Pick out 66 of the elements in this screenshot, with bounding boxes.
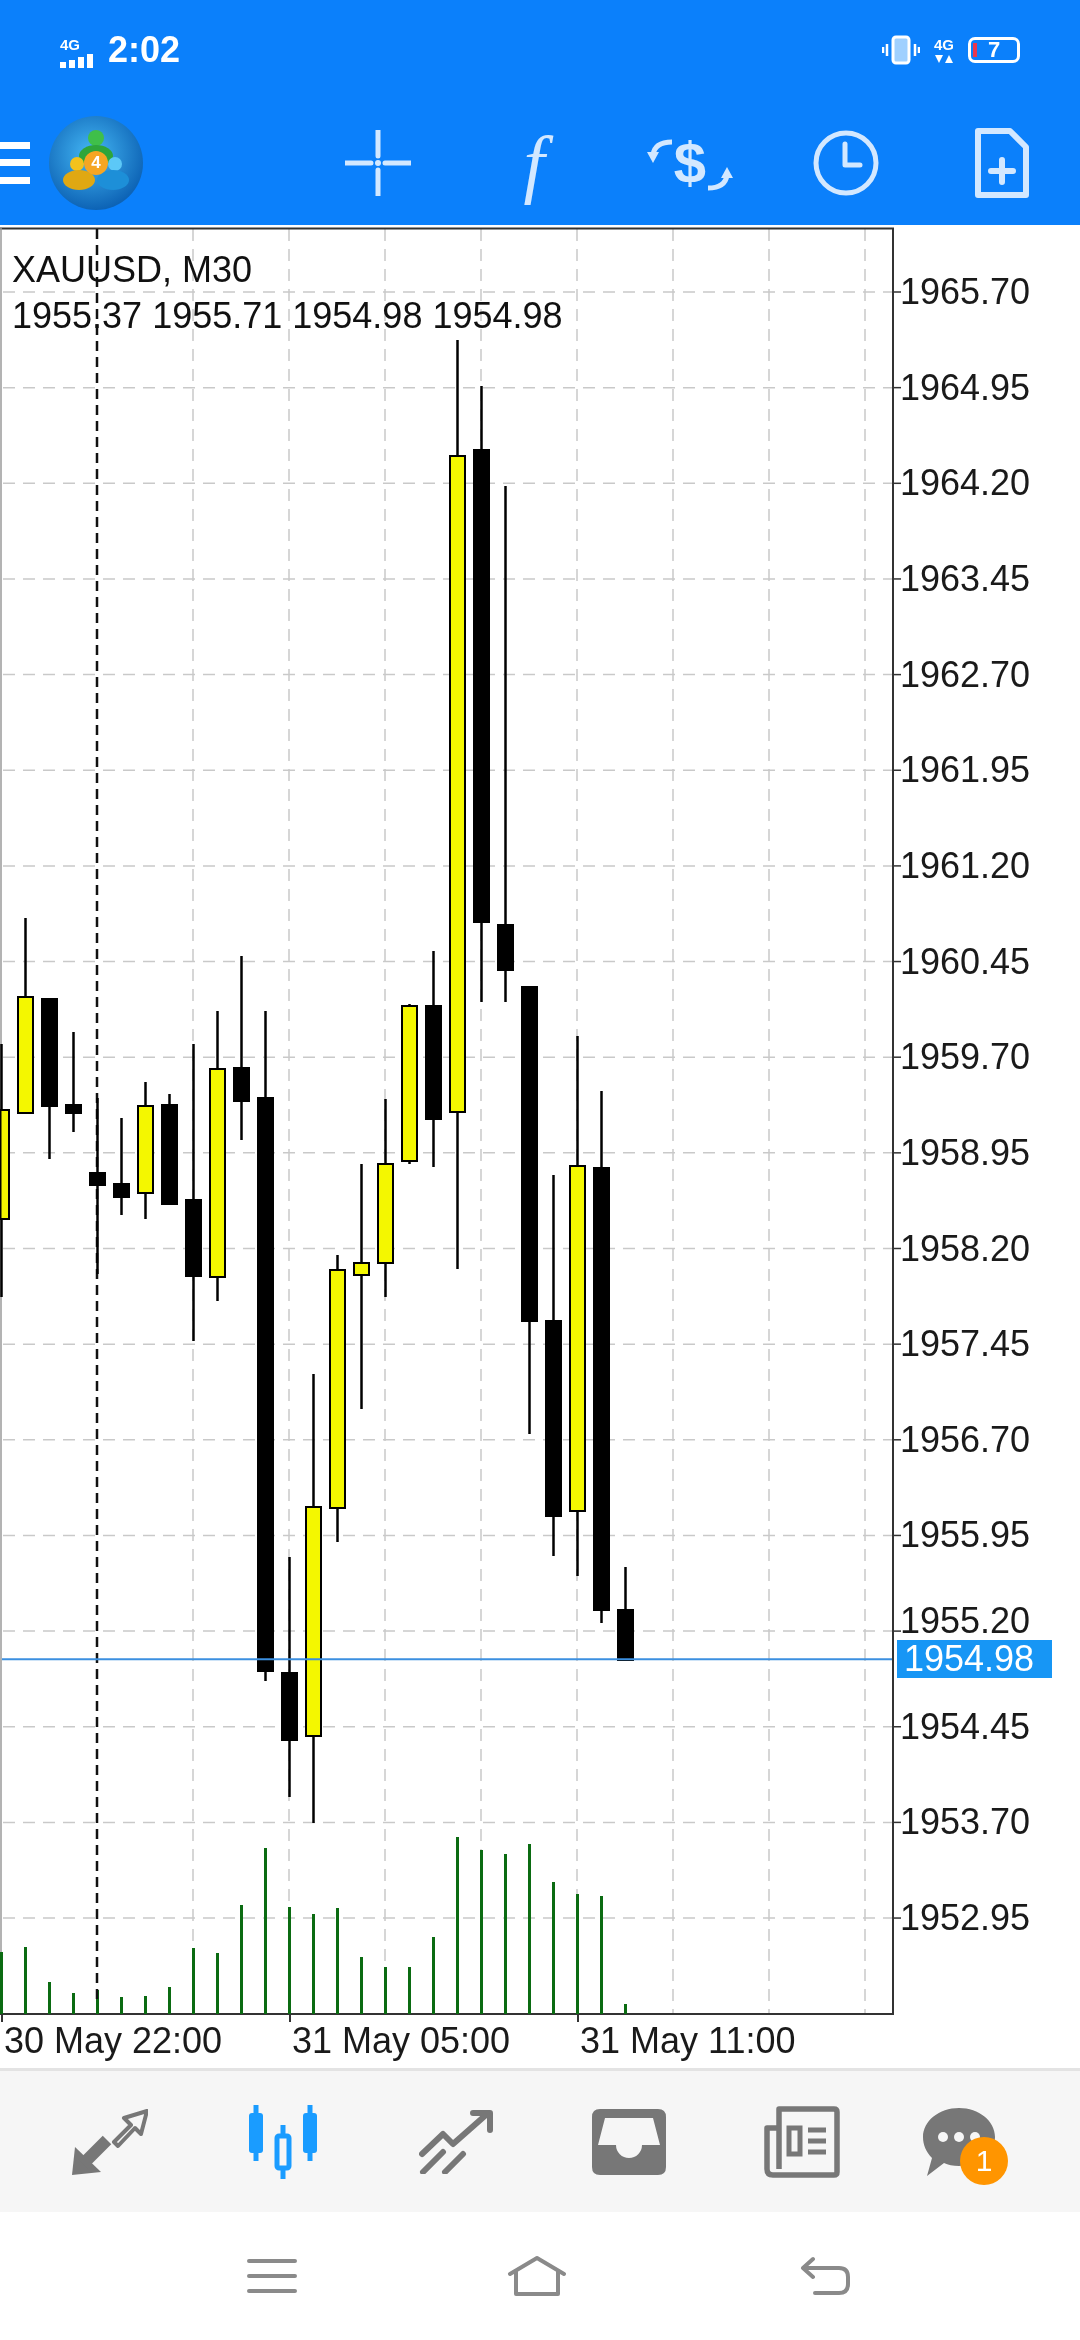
time-label: 30 May 22:00 [4,2019,223,2063]
price-label: 1954.45 [900,1708,1031,1745]
chat-tab[interactable]: 1 [909,2091,1009,2192]
back-arrow-icon [799,2256,851,2296]
current-price-tag: 1954.98 [897,1640,1052,1679]
back-button[interactable] [799,2256,851,2296]
volume-bar [624,2004,627,2014]
price-label: 1959.70 [900,1039,1031,1076]
price-label: 1958.95 [900,1134,1031,1171]
volume-bar [408,1967,411,2014]
time-label: 31 May 05:00 [292,2019,511,2063]
indicators-button[interactable]: f [479,112,589,213]
price-label: 1956.70 [900,1421,1031,1458]
recent-apps-button[interactable] [247,2258,297,2294]
price-label: 1955.95 [900,1517,1031,1554]
price-label: 1962.70 [900,656,1031,693]
price-label: 1964.95 [900,369,1031,406]
data-arrows-icon [934,53,954,64]
newspaper-icon [764,2105,840,2178]
price-label: 1952.95 [900,1900,1031,1937]
signal-icon [60,53,94,68]
battery-indicator: 7 [968,37,1020,63]
network-type: 4G [934,36,954,52]
price-label: 1961.20 [900,847,1031,884]
price-label: 1963.45 [900,560,1031,597]
document-plus-icon [974,126,1030,199]
menu-icon[interactable] [0,141,30,184]
logo-icon [49,115,143,210]
time-label: 31 May 11:00 [580,2019,796,2063]
volume-bar [216,1953,219,2014]
price-label: 1960.45 [900,943,1031,980]
clock-time: 2:02 [108,30,181,70]
trade-button[interactable]: $ [635,112,745,213]
ohlc-values: 1955.37 1955.71 1954.98 1954.98 [12,294,563,338]
curved-arrow-icon [707,166,734,193]
volume-bar [192,1948,195,2014]
volume-bar [144,1996,147,2014]
price-label: 1964.20 [900,465,1031,502]
volume-bar [360,1957,363,2014]
volume-bar [48,1982,51,2014]
volume-bar [96,1990,99,2014]
volume-bar [72,1993,75,2014]
menu-lines-icon [247,2258,297,2294]
trend-arrow-icon [419,2109,493,2174]
crosshair-icon [345,129,411,196]
chart-symbol: XAUUSD, M30 [12,248,253,292]
vibrate-icon [882,35,920,65]
volume-bar [24,1947,27,2014]
network-type: 4G [60,36,80,52]
price-label: 1965.70 [900,274,1031,310]
price-label: 1953.70 [900,1804,1031,1841]
inbox-tray-icon [592,2108,666,2175]
double-arrow-icon [72,2108,148,2175]
clock-icon [813,129,879,196]
price-label: 1957.45 [900,1326,1031,1363]
home-button[interactable] [507,2255,567,2297]
price-label: 1958.20 [900,1230,1031,1267]
volume-bar [168,1987,171,2014]
notification-badge: 1 [960,2136,1008,2185]
price-label: 1961.95 [900,752,1031,789]
price-label: 1955.20 [900,1603,1031,1640]
volume-bar [384,1967,387,2014]
candlestick-icon [246,2104,320,2179]
volume-bar [120,1997,123,2014]
house-icon [507,2255,567,2297]
volume-bar [0,1952,3,2014]
